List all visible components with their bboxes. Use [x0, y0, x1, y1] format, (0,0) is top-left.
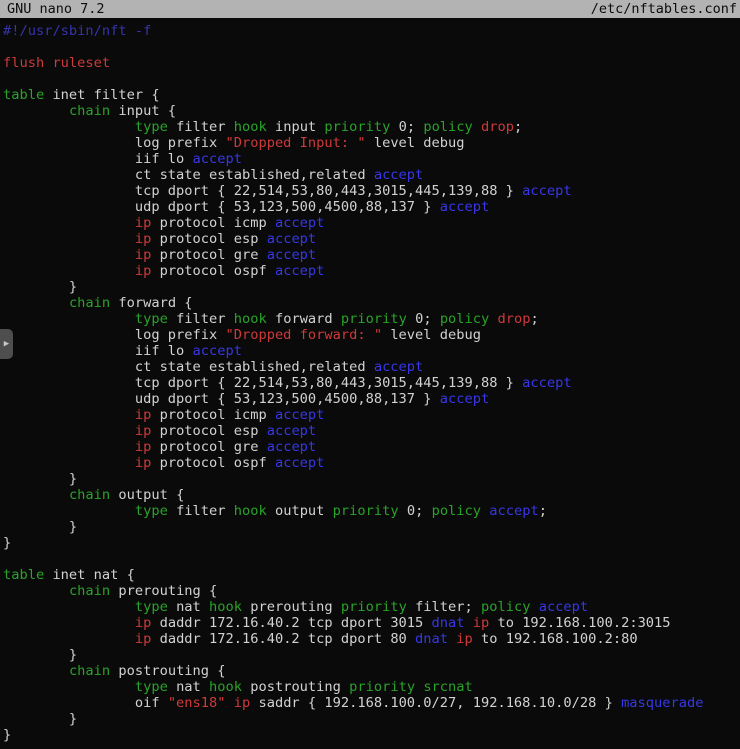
code-line: }: [3, 279, 740, 295]
code-line: [3, 551, 740, 567]
code-line: ip protocol gre accept: [3, 247, 740, 263]
code-line: chain output {: [3, 487, 740, 503]
code-line: ip protocol ospf accept: [3, 455, 740, 471]
code-line: tcp dport { 22,514,53,80,443,3015,445,13…: [3, 183, 740, 199]
code-line: ip protocol esp accept: [3, 231, 740, 247]
code-line: [3, 71, 740, 87]
code-line: ip protocol esp accept: [3, 423, 740, 439]
code-line: }: [3, 711, 740, 727]
terminal-window: GNU nano 7.2 /etc/nftables.conf #!/usr/s…: [0, 0, 740, 749]
code-line: }: [3, 471, 740, 487]
code-line: udp dport { 53,123,500,4500,88,137 } acc…: [3, 391, 740, 407]
nano-version-label: GNU nano 7.2: [7, 1, 105, 17]
code-line: }: [3, 727, 740, 743]
code-line: type filter hook input priority 0; polic…: [3, 119, 740, 135]
code-line: udp dport { 53,123,500,4500,88,137 } acc…: [3, 199, 740, 215]
code-line: type nat hook postrouting priority srcna…: [3, 679, 740, 695]
code-line: }: [3, 519, 740, 535]
code-line: ip protocol ospf accept: [3, 263, 740, 279]
code-line: }: [3, 535, 740, 551]
code-line: iif lo accept: [3, 151, 740, 167]
code-line: #!/usr/sbin/nft -f: [3, 23, 740, 39]
code-line: ip protocol icmp accept: [3, 407, 740, 423]
code-line: }: [3, 647, 740, 663]
code-line: ct state established,related accept: [3, 167, 740, 183]
code-line: tcp dport { 22,514,53,80,443,3015,445,13…: [3, 375, 740, 391]
code-line: chain postrouting {: [3, 663, 740, 679]
code-line: ct state established,related accept: [3, 359, 740, 375]
editor-content[interactable]: #!/usr/sbin/nft -f flush ruleset table ine…: [0, 18, 740, 743]
sidebar-toggle-handle[interactable]: ▶: [0, 329, 13, 359]
code-line: iif lo accept: [3, 343, 740, 359]
code-line: log prefix "Dropped Input: " level debug: [3, 135, 740, 151]
code-line: flush ruleset: [3, 55, 740, 71]
code-line: type filter hook forward priority 0; pol…: [3, 311, 740, 327]
code-line: type nat hook prerouting priority filter…: [3, 599, 740, 615]
nano-titlebar: GNU nano 7.2 /etc/nftables.conf: [0, 0, 740, 18]
code-line: table inet filter {: [3, 87, 740, 103]
code-line: type filter hook output priority 0; poli…: [3, 503, 740, 519]
code-line: chain prerouting {: [3, 583, 740, 599]
code-line: ip protocol icmp accept: [3, 215, 740, 231]
code-line: [3, 39, 740, 55]
code-line: ip daddr 172.16.40.2 tcp dport 80 dnat i…: [3, 631, 740, 647]
code-line: chain forward {: [3, 295, 740, 311]
code-line: chain input {: [3, 103, 740, 119]
file-path-label: /etc/nftables.conf: [591, 1, 737, 17]
code-line: log prefix "Dropped forward: " level deb…: [3, 327, 740, 343]
chevron-right-icon: ▶: [4, 340, 9, 349]
code-line: table inet nat {: [3, 567, 740, 583]
code-line: oif "ens18" ip saddr { 192.168.100.0/27,…: [3, 695, 740, 711]
code-line: ip protocol gre accept: [3, 439, 740, 455]
code-line: ip daddr 172.16.40.2 tcp dport 3015 dnat…: [3, 615, 740, 631]
